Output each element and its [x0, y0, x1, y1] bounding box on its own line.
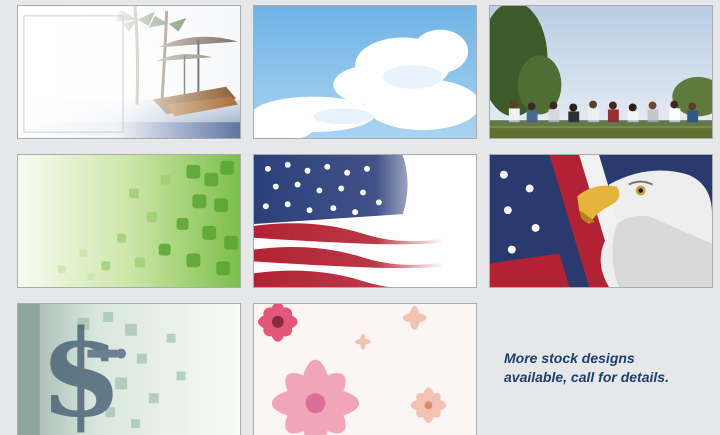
sky-clouds-image — [254, 6, 476, 138]
stock-design-puzzle[interactable] — [17, 154, 241, 288]
note-line-2: available, call for details. — [504, 369, 669, 385]
pink-flowers-image — [254, 304, 476, 435]
green-puzzle-image — [18, 155, 240, 287]
stock-design-flowers[interactable] — [253, 303, 477, 435]
stock-design-beach[interactable] — [17, 5, 241, 139]
note-line-1: More stock designs — [504, 350, 635, 366]
people-on-grass-image — [490, 6, 712, 138]
american-flag-image — [254, 155, 476, 287]
flag-eagle-image — [490, 155, 712, 287]
stock-design-dollar[interactable]: $ — [17, 303, 241, 435]
stock-design-eagle[interactable] — [489, 154, 713, 288]
dollar-sign-image: $ — [18, 304, 240, 435]
beach-image — [18, 6, 240, 138]
stock-design-sky[interactable] — [253, 5, 477, 139]
svg-text:$: $ — [40, 304, 123, 435]
stock-design-people[interactable] — [489, 5, 713, 139]
stock-design-flag[interactable] — [253, 154, 477, 288]
more-designs-note: More stock designs available, call for d… — [504, 349, 714, 387]
